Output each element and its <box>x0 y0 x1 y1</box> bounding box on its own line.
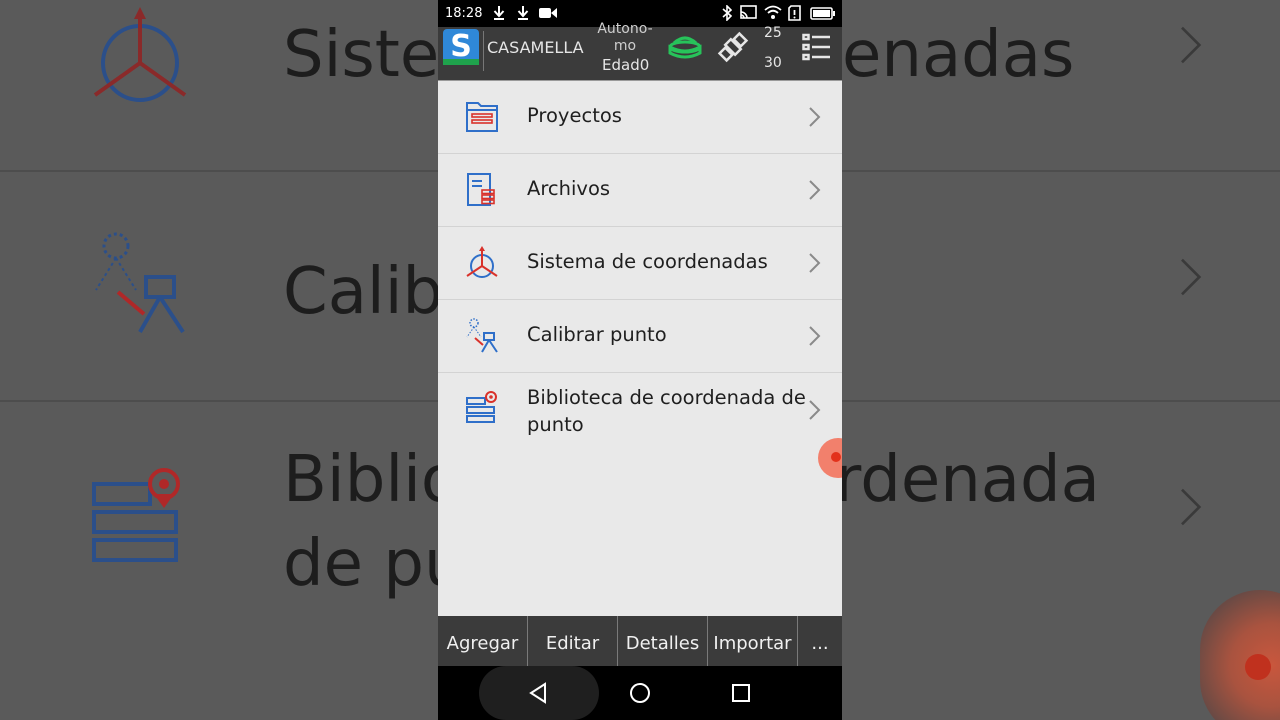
coordinate-system-icon <box>93 7 187 102</box>
point-library-icon <box>466 391 497 423</box>
cast-icon <box>740 5 757 19</box>
recents-icon[interactable] <box>729 681 753 705</box>
bg-text-sistema: Siste <box>283 18 440 92</box>
bg-record-dot <box>1245 654 1271 680</box>
detalles-button[interactable]: Detalles <box>618 616 708 666</box>
bg-text-coordenadas: enadas <box>842 18 1075 92</box>
bg-text-coordenada: rdenada <box>835 443 1100 517</box>
bottom-toolbar: Agregar Editar Detalles Importar ... <box>438 616 842 666</box>
menu-item-proyectos[interactable]: Proyectos <box>438 81 842 154</box>
chevron-right-icon <box>809 253 821 273</box>
correction-age: Edad0 <box>602 56 650 74</box>
project-folder-icon <box>466 102 498 132</box>
point-library-icon <box>92 468 180 562</box>
menu-item-calibrar-punto[interactable]: Calibrar punto <box>438 300 842 373</box>
divider <box>483 31 484 71</box>
back-icon[interactable] <box>527 681 551 705</box>
phone-screen: 18:28 S CASAMELLA Autono-mo Edad0 25 30 … <box>438 0 842 720</box>
wifi-icon <box>764 5 782 19</box>
menu-item-label: Sistema de coordenadas <box>527 250 768 273</box>
bg-text-calibrar: Calib <box>283 255 444 329</box>
satellite-icon[interactable] <box>717 31 749 63</box>
download-icon <box>517 6 529 20</box>
menu-item-archivos[interactable]: Archivos <box>438 154 842 227</box>
app-bar: S CASAMELLA Autono-mo Edad0 25 30 <box>438 21 842 82</box>
download-icon <box>493 6 505 20</box>
list-menu-icon[interactable] <box>802 33 832 61</box>
menu-item-label: Calibrar punto <box>527 323 667 346</box>
menu-item-sistema-coordenadas[interactable]: Sistema de coordenadas <box>438 227 842 300</box>
menu-item-label: Proyectos <box>527 104 622 127</box>
calibrate-point-icon <box>95 232 185 334</box>
importar-button[interactable]: Importar <box>708 616 798 666</box>
chevron-right-icon <box>1181 258 1202 296</box>
calibrate-point-icon <box>466 318 498 353</box>
chevron-right-icon <box>809 400 821 420</box>
files-icon <box>467 173 495 206</box>
home-icon[interactable] <box>628 681 652 705</box>
menu-item-biblioteca[interactable]: Biblioteca de coordenada de punto <box>438 373 842 436</box>
video-camera-icon <box>539 8 557 18</box>
menu-list: Proyectos Archivos Sistema de coordenada… <box>438 81 842 436</box>
record-dot-icon <box>831 452 841 462</box>
more-button[interactable]: ... <box>798 616 842 666</box>
editar-button[interactable]: Editar <box>528 616 618 666</box>
coordinate-system-icon <box>466 246 498 278</box>
bluetooth-icon <box>722 5 732 21</box>
chevron-right-icon <box>809 180 821 200</box>
battery-icon <box>810 7 835 20</box>
status-time: 18:28 <box>445 6 483 21</box>
menu-item-label: Biblioteca de coordenada de punto <box>527 386 806 436</box>
sim-alert-icon <box>788 5 801 21</box>
logo-strip <box>443 59 479 65</box>
bg-text-biblioteca: Biblio <box>283 443 461 517</box>
satellites-used: 25 <box>764 25 782 41</box>
satellites-total: 30 <box>764 55 782 71</box>
agregar-button[interactable]: Agregar <box>438 616 528 666</box>
system-nav-bar <box>438 666 842 720</box>
gnss-receiver-icon[interactable] <box>668 33 702 63</box>
menu-item-label: Archivos <box>527 177 611 200</box>
project-name[interactable]: CASAMELLA <box>487 38 584 57</box>
chevron-right-icon <box>1181 26 1202 64</box>
positioning-mode: Autono-mo <box>597 21 653 54</box>
chevron-right-icon <box>1181 488 1202 526</box>
chevron-right-icon <box>809 326 821 346</box>
chevron-right-icon <box>809 107 821 127</box>
